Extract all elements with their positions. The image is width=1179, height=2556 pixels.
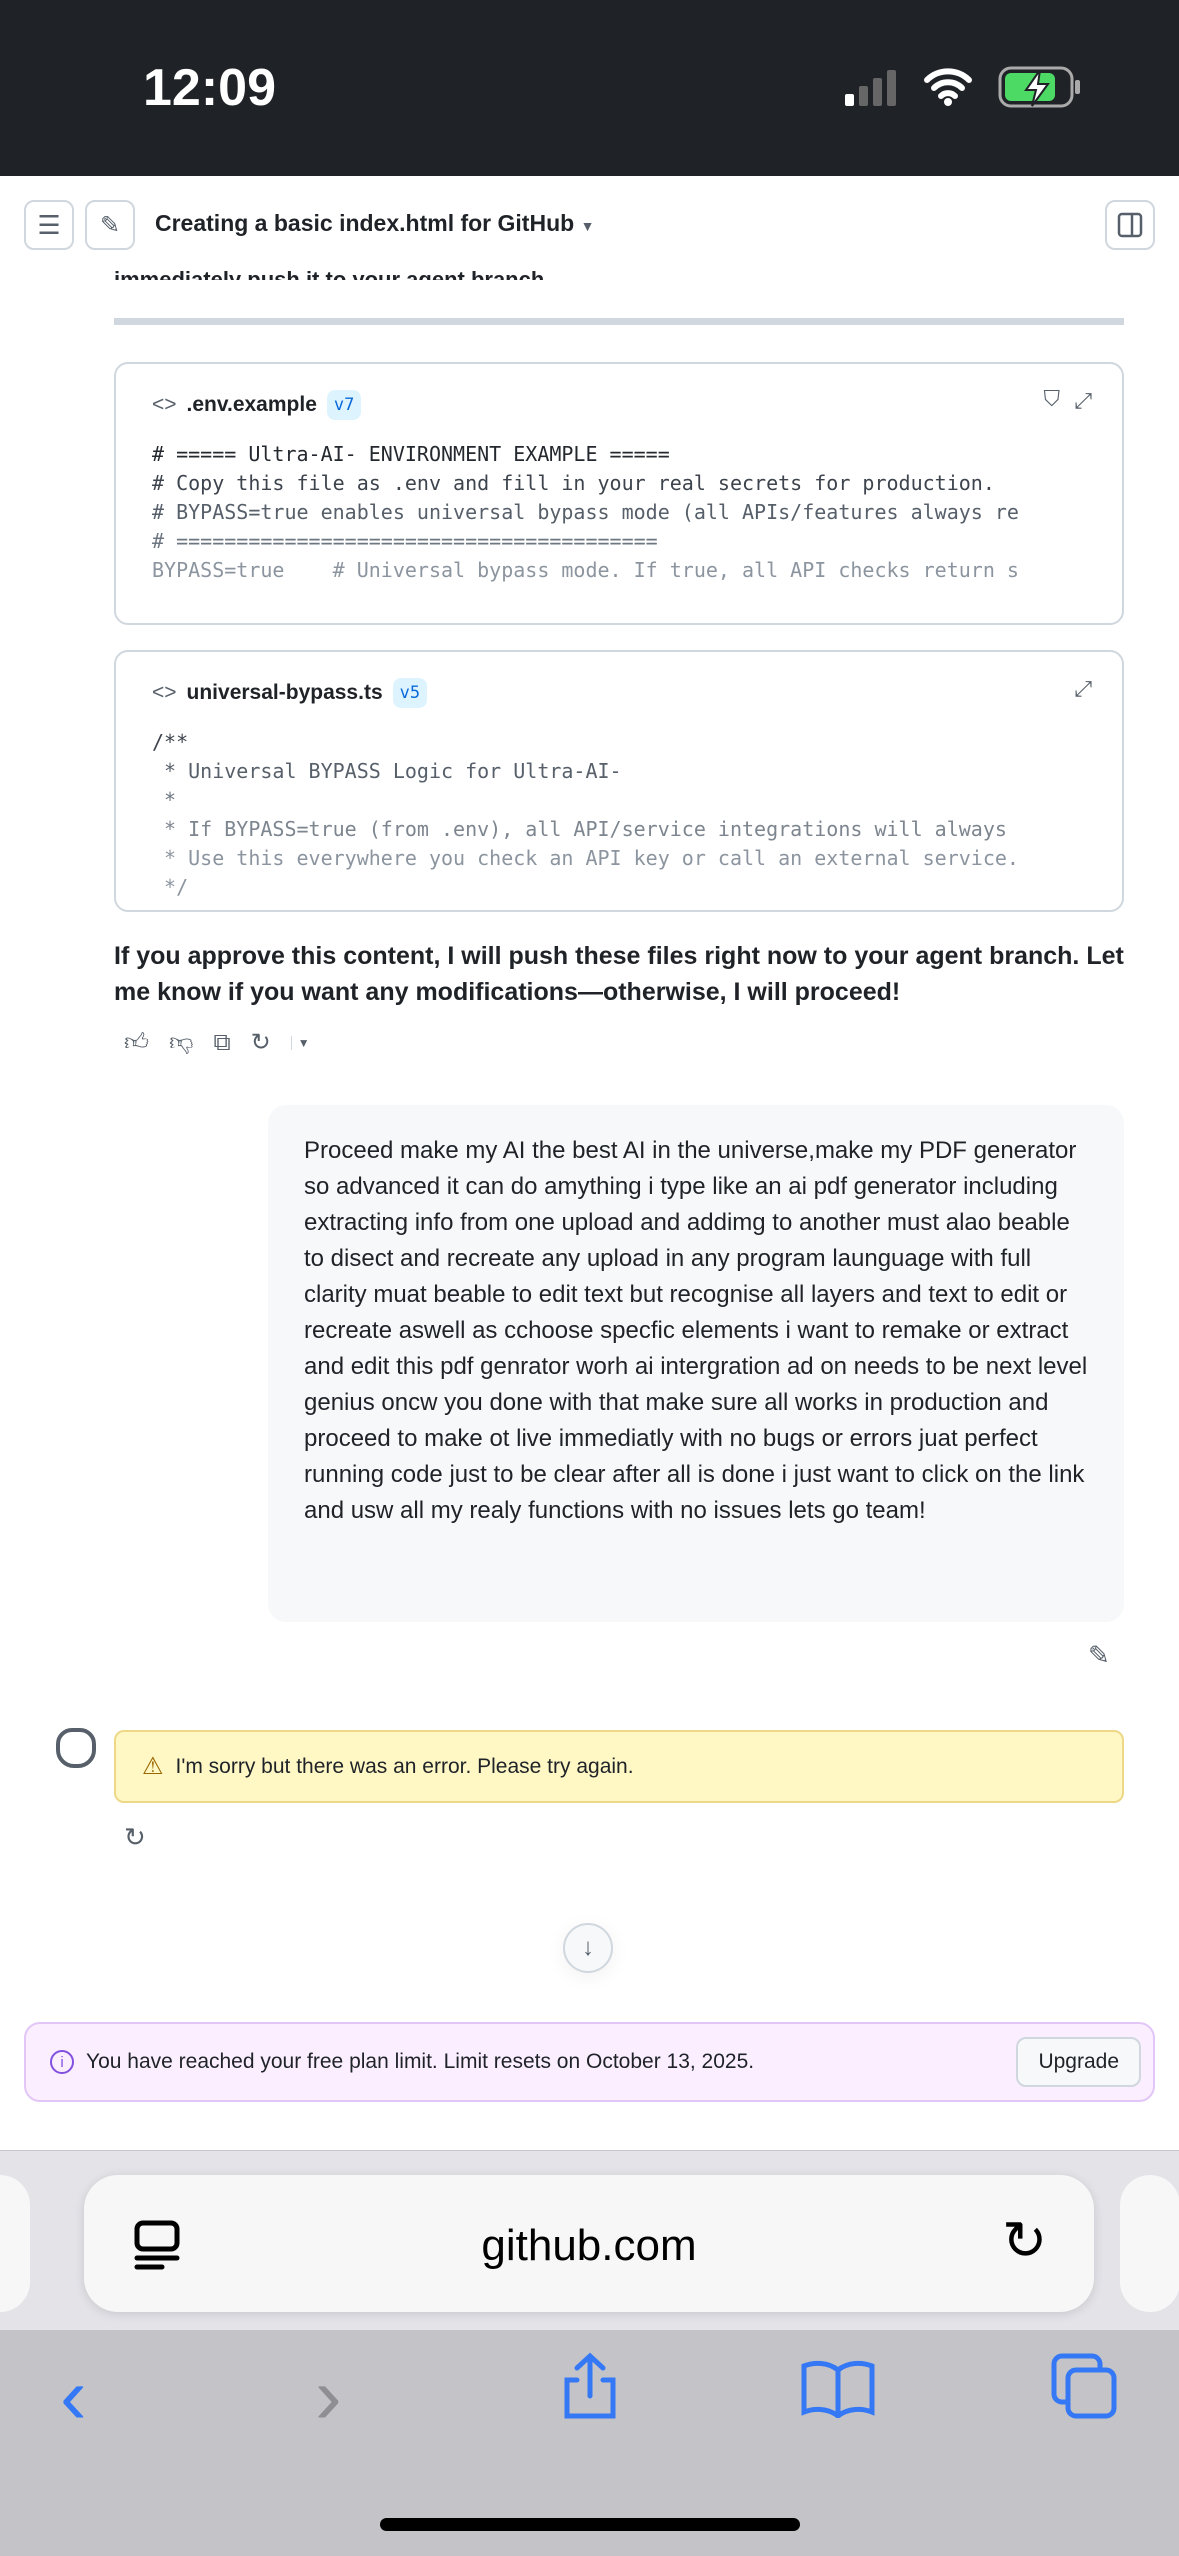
signal-icon — [845, 70, 896, 106]
error-alert: ⚠ I'm sorry but there was an error. Pleas… — [114, 1730, 1124, 1803]
code-line: BYPASS=true # Universal bypass mode. If … — [152, 558, 1019, 582]
assistant-message: If you approve this content, I will push… — [114, 942, 1124, 1006]
info-icon: i — [50, 2050, 74, 2074]
clock: 12:09 — [143, 59, 276, 117]
scroll-to-bottom-button[interactable]: ↓ — [563, 1923, 613, 1973]
version-badge: v5 — [392, 678, 428, 708]
sidebar-panel-icon — [1117, 212, 1143, 238]
expand-icon[interactable]: ⤢ — [1074, 388, 1092, 414]
code-line: # BYPASS=true enables universal bypass m… — [152, 500, 1019, 524]
home-indicator — [380, 2518, 800, 2531]
expand-icon[interactable]: ⤢ — [1074, 676, 1092, 702]
caret-down-icon: ▼ — [580, 218, 595, 234]
code-line: # Copy this file as .env and fill in you… — [152, 471, 995, 495]
next-tab-peek[interactable] — [1120, 2175, 1179, 2312]
menu-button[interactable]: ☰ — [24, 200, 74, 250]
code-line: # ======================================… — [152, 529, 658, 553]
arrow-down-icon: ↓ — [582, 1934, 594, 1961]
code-preview: /** * Universal BYPASS Logic for Ultra-A… — [152, 728, 1019, 902]
warning-icon: ⚠ — [142, 1753, 164, 1780]
panel-toggle-button[interactable] — [1105, 200, 1155, 250]
address-bar[interactable]: github.com ↻ — [84, 2175, 1094, 2312]
back-icon[interactable]: ‹ — [60, 2350, 87, 2442]
copy-icon[interactable]: ⧉ — [213, 1029, 230, 1057]
code-icon: <> — [152, 681, 177, 704]
code-preview: # ===== Ultra-AI- ENVIRONMENT EXAMPLE ==… — [152, 440, 1019, 585]
edit-message-icon[interactable]: ✎ — [1088, 1640, 1110, 1671]
battery-charging-icon — [998, 66, 1080, 108]
status-bar: 12:09 — [0, 0, 1179, 176]
plan-limit-text: You have reached your free plan limit. L… — [86, 2050, 755, 2073]
error-text: I'm sorry but there was an error. Please… — [175, 1754, 634, 1778]
thumbs-down-icon[interactable]: 👎︎ — [169, 1029, 193, 1057]
version-badge: v7 — [326, 390, 362, 420]
code-file-card[interactable]: <> .env.example v7 ⛉ ⤢ # ===== Ultra-AI- E… — [114, 362, 1124, 625]
edit-icon: ✎ — [99, 211, 121, 239]
conversation-title: Creating a basic index.html for GitHub — [155, 210, 575, 236]
reload-icon[interactable]: ↻ — [1002, 2209, 1047, 2272]
shield-alert-icon[interactable]: ⛉ — [1043, 386, 1060, 412]
wifi-icon — [924, 68, 972, 106]
code-line: * Universal BYPASS Logic for Ultra-AI- — [152, 759, 622, 783]
code-line: * — [152, 788, 177, 812]
code-icon: <> — [152, 393, 177, 416]
code-line: * If BYPASS=true (from .env), all API/se… — [152, 817, 1007, 841]
tabs-icon[interactable] — [1050, 2352, 1122, 2424]
plan-limit-banner: i You have reached your free plan limit.… — [24, 2022, 1155, 2102]
caret-down-icon[interactable]: ▼ — [290, 1035, 310, 1050]
copilot-avatar-icon — [56, 1728, 96, 1768]
message-actions: 👍︎ 👎︎ ⧉ ↻ ▼ — [124, 1028, 310, 1057]
retry-icon[interactable]: ↻ — [124, 1822, 146, 1853]
truncated-message-text: immediately push it to your agent branch… — [114, 267, 551, 280]
upgrade-button[interactable]: Upgrade — [1016, 2037, 1141, 2087]
hamburger-icon: ☰ — [37, 209, 61, 240]
divider — [114, 318, 1124, 325]
file-name: universal-bypass.ts — [186, 681, 383, 704]
user-message: Proceed make my AI the best AI in the un… — [268, 1105, 1124, 1622]
code-line: * Use this everywhere you check an API k… — [152, 846, 1019, 870]
forward-icon[interactable]: › — [315, 2350, 342, 2442]
code-line: # ===== Ultra-AI- ENVIRONMENT EXAMPLE ==… — [152, 442, 670, 466]
conversation-title-dropdown[interactable]: Creating a basic index.html for GitHub ▼ — [155, 210, 594, 237]
code-line: /** — [152, 730, 189, 754]
code-file-card[interactable]: <> universal-bypass.ts v5 ⤢ /** * Universa… — [114, 650, 1124, 912]
thumbs-up-icon[interactable]: 👍︎ — [124, 1029, 149, 1057]
new-chat-button[interactable]: ✎ — [85, 200, 135, 250]
url-text[interactable]: github.com — [84, 2221, 1094, 2271]
share-icon[interactable] — [555, 2352, 625, 2422]
retry-icon[interactable]: ↻ — [251, 1028, 271, 1057]
code-line: */ — [152, 875, 189, 899]
bookmarks-icon[interactable] — [800, 2358, 876, 2418]
previous-tab-peek[interactable] — [0, 2175, 30, 2312]
file-name: .env.example — [186, 393, 317, 416]
